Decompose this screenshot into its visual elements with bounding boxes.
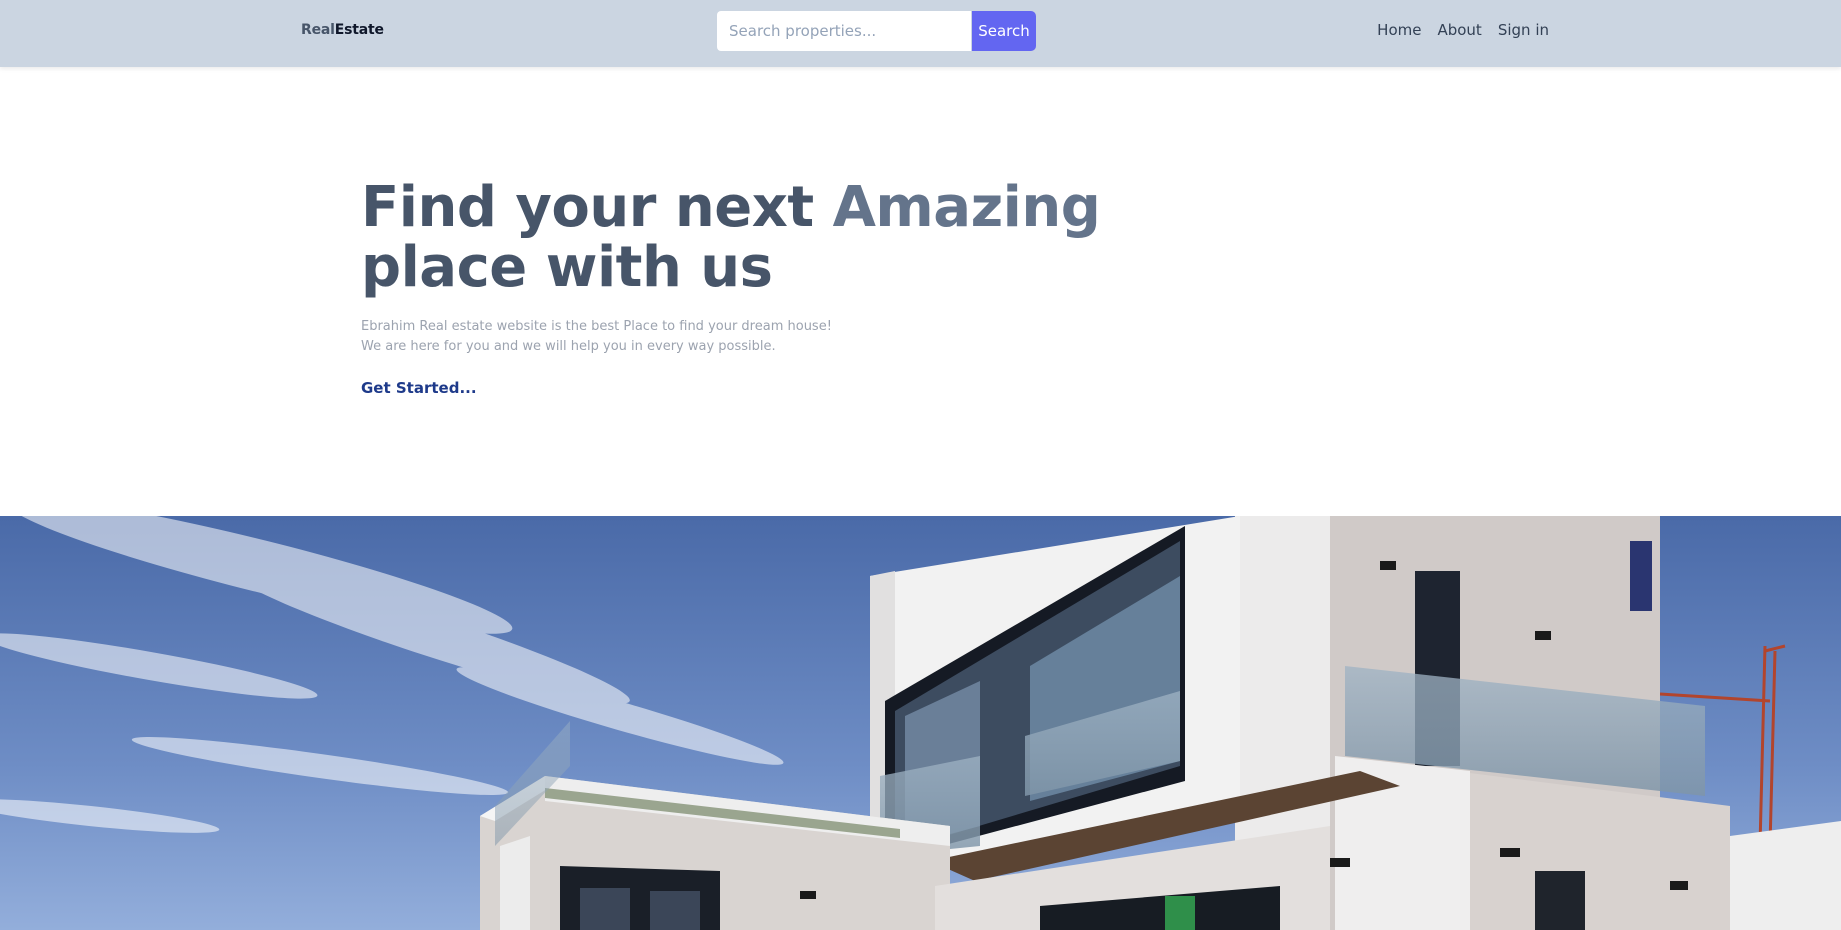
nav-signin-link[interactable]: Sign in [1498, 21, 1549, 39]
get-started-link[interactable]: Get Started... [361, 379, 477, 397]
hero-description: Ebrahim Real estate website is the best … [361, 317, 1121, 357]
search-button[interactable]: Search [972, 11, 1036, 51]
nav-home-link[interactable]: Home [1377, 21, 1421, 39]
hero-section: Find your next Amazing place with us Ebra… [361, 178, 1121, 398]
search-input[interactable] [717, 11, 971, 51]
hero-house-image [0, 516, 1841, 930]
logo-part-estate: Estate [334, 22, 384, 38]
hero-title-accent: Amazing [832, 175, 1101, 240]
site-logo[interactable]: RealEstate [301, 22, 384, 38]
hero-description-line-2: We are here for you and we will help you… [361, 339, 776, 354]
logo-part-real: Real [301, 22, 335, 38]
main-nav: Home About Sign in [1377, 21, 1549, 39]
hero-title-end: place with us [361, 235, 773, 300]
hero-title: Find your next Amazing place with us [361, 178, 1121, 298]
nav-about-link[interactable]: About [1437, 21, 1481, 39]
top-header: RealEstate Search Home About Sign in [0, 0, 1841, 67]
hero-description-line-1: Ebrahim Real estate website is the best … [361, 319, 832, 334]
search-form: Search [717, 11, 1036, 51]
hero-title-main: Find your next [361, 175, 833, 240]
house-illustration [0, 516, 1841, 930]
